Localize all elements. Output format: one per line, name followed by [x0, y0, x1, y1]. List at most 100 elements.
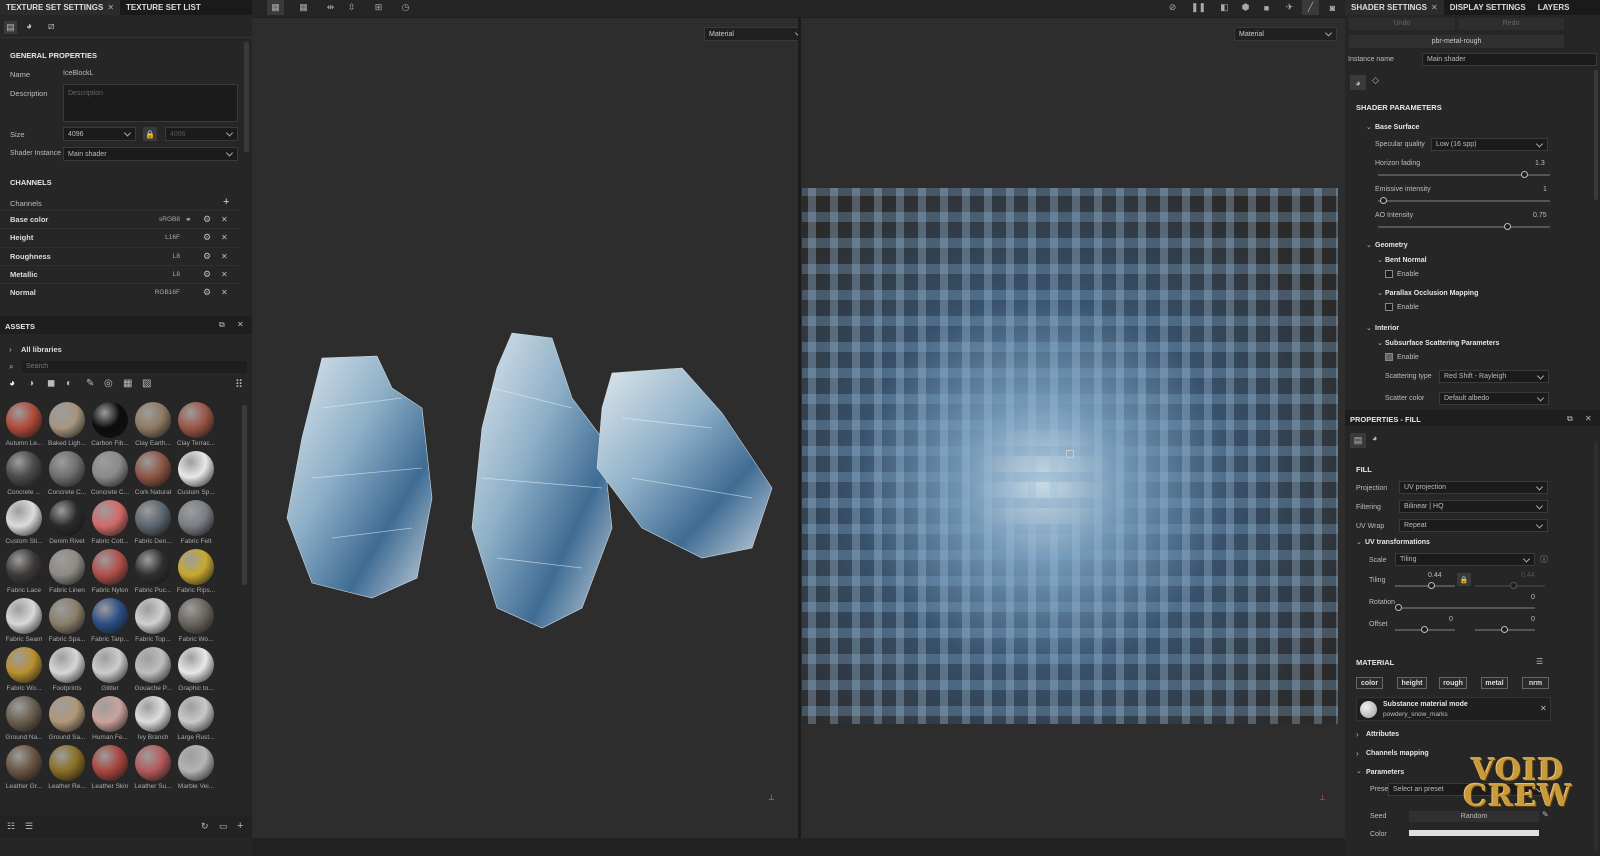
redo-button[interactable]: Redo	[1458, 18, 1564, 30]
asset-thumbnail[interactable]	[92, 745, 128, 781]
asset-thumbnail[interactable]	[92, 598, 128, 634]
filtering-select[interactable]: Bilinear | HQ	[1399, 500, 1548, 513]
horizon-fading-slider[interactable]	[1378, 171, 1550, 178]
asset-thumbnail[interactable]	[6, 500, 42, 536]
bent-normal-group[interactable]: Bent Normal	[1385, 257, 1427, 264]
asset-thumbnail[interactable]	[178, 451, 214, 487]
chip-rough[interactable]: rough	[1439, 677, 1467, 689]
gear-icon[interactable]: ⚙	[203, 251, 211, 262]
emissive-intensity-knob[interactable]	[1380, 197, 1388, 204]
gear-icon[interactable]: ⚙	[203, 287, 211, 298]
lock-icon[interactable]: 🔒	[1457, 573, 1471, 586]
environment-icon[interactable]: ▨	[142, 378, 151, 389]
asset-thumbnail[interactable]	[92, 451, 128, 487]
shader-sphere-icon[interactable]: ◕	[1350, 75, 1366, 90]
close-icon[interactable]: ✕	[221, 270, 228, 279]
pom-checkbox[interactable]	[1385, 303, 1393, 311]
asset-thumbnail[interactable]	[135, 451, 171, 487]
chevron-right-icon[interactable]: ›	[1356, 730, 1359, 739]
undo-button[interactable]: Undo	[1349, 18, 1455, 30]
filter-icon[interactable]: ◐	[66, 378, 72, 389]
channel-row[interactable]: Height L16F ⚙ ✕	[0, 228, 240, 246]
asset-thumbnail[interactable]	[178, 696, 214, 732]
chevron-down-icon[interactable]: ⌄	[1377, 256, 1383, 264]
asset-thumbnail[interactable]	[49, 696, 85, 732]
mask-icon[interactable]: ◼	[47, 378, 55, 389]
history-icon[interactable]: ◷	[397, 0, 414, 15]
size-select[interactable]: 4096	[63, 127, 136, 141]
geometry-group[interactable]: Geometry	[1375, 242, 1408, 249]
shading-icon[interactable]: ◧	[1216, 0, 1233, 15]
asset-thumbnail[interactable]	[92, 696, 128, 732]
scattering-type-select[interactable]: Red Shift - Rayleigh	[1439, 370, 1549, 383]
offset-knob[interactable]	[1421, 626, 1428, 633]
asset-thumbnail[interactable]	[6, 451, 42, 487]
viewport-2d[interactable]: Material ⊥	[801, 18, 1345, 838]
cube-icon[interactable]: ⬢	[1237, 0, 1254, 15]
channel-row[interactable]: Base color sRGB8 ⚭ ⚙ ✕	[0, 210, 240, 228]
asset-thumbnail[interactable]	[135, 549, 171, 585]
view-split-icon[interactable]: ▦	[295, 0, 312, 15]
tab-layers[interactable]: LAYERS	[1532, 0, 1576, 15]
sss-group[interactable]: Subsurface Scattering Parameters	[1385, 340, 1499, 347]
chevron-down-icon[interactable]: ⌄	[1366, 324, 1372, 332]
chip-nrm[interactable]: nrm	[1522, 677, 1549, 689]
tiling-knob[interactable]	[1428, 582, 1435, 589]
all-libraries[interactable]: All libraries	[21, 345, 62, 354]
lock-icon[interactable]: 🔒	[143, 127, 157, 141]
add-channel-icon[interactable]: +	[223, 196, 229, 208]
hide-icon[interactable]: ⊘	[1164, 0, 1181, 15]
chip-metal[interactable]: metal	[1481, 677, 1508, 689]
pause-icon[interactable]: ❚❚	[1190, 0, 1207, 15]
ao-intensity-knob[interactable]	[1504, 223, 1511, 230]
add-icon[interactable]: +	[237, 820, 243, 832]
bent-normal-checkbox[interactable]	[1385, 270, 1393, 278]
asset-thumbnail[interactable]	[49, 500, 85, 536]
undock-icon[interactable]: ⧉	[1567, 414, 1573, 424]
info-icon[interactable]: ⓘ	[1540, 554, 1548, 565]
pom-group[interactable]: Parallax Occlusion Mapping	[1385, 290, 1478, 297]
chevron-down-icon[interactable]: ⌄	[1366, 241, 1372, 249]
name-value[interactable]: IceBlockL	[63, 70, 93, 77]
asset-thumbnail[interactable]	[178, 598, 214, 634]
specular-quality-select[interactable]: Low (16 spp)	[1431, 138, 1548, 151]
asset-thumbnail[interactable]	[6, 647, 42, 683]
parameters-group[interactable]: Parameters	[1366, 769, 1404, 776]
brush-icon[interactable]: ✎	[86, 378, 94, 389]
attributes-group[interactable]: Attributes	[1366, 731, 1399, 738]
close-icon[interactable]: ✕	[221, 288, 228, 297]
settings-grid-icon[interactable]: ▤	[4, 21, 17, 34]
viewport-3d-material-select[interactable]: Material	[704, 27, 807, 41]
tab-display-settings[interactable]: DISPLAY SETTINGS	[1444, 0, 1532, 15]
ice-blocks-model[interactable]	[282, 328, 782, 638]
shader-instance-select[interactable]: Main shader	[63, 147, 238, 161]
asset-thumbnail[interactable]	[92, 549, 128, 585]
scatter-color-select[interactable]: Default albedo	[1439, 392, 1549, 405]
channels-mapping-group[interactable]: Channels mapping	[1366, 750, 1429, 757]
asset-thumbnail[interactable]	[135, 402, 171, 438]
fill-scrollbar[interactable]	[1594, 441, 1598, 851]
material-menu-icon[interactable]: ☰	[1536, 657, 1543, 666]
fill-material-icon[interactable]: ◕	[1372, 433, 1377, 443]
left-scrollbar[interactable]	[244, 42, 249, 152]
asset-thumbnail[interactable]	[92, 500, 128, 536]
asset-thumbnail[interactable]	[49, 598, 85, 634]
rotation-knob[interactable]	[1395, 604, 1402, 611]
asset-thumbnail[interactable]	[92, 647, 128, 683]
chevron-right-icon[interactable]: ›	[9, 345, 12, 354]
chevron-down-icon[interactable]: ⌄	[1377, 339, 1383, 347]
bake-icon[interactable]: ✈	[1281, 0, 1298, 15]
assets-scrollbar[interactable]	[242, 405, 247, 585]
offset-knob-2[interactable]	[1501, 626, 1508, 633]
rotation-slider[interactable]	[1395, 604, 1535, 611]
filter-list-icon[interactable]: ☷	[7, 821, 15, 832]
tab-texture-set-list[interactable]: TEXTURE SET LIST	[120, 0, 207, 15]
shader-scrollbar[interactable]	[1594, 70, 1598, 200]
asset-thumbnail[interactable]	[49, 745, 85, 781]
paint-icon[interactable]: ╱	[1302, 0, 1319, 15]
asset-thumbnail[interactable]	[92, 402, 128, 438]
asset-thumbnail[interactable]	[135, 647, 171, 683]
channel-row[interactable]: Normal RGB16F ⚙ ✕	[0, 283, 240, 301]
sss-checkbox[interactable]	[1385, 353, 1393, 361]
asset-thumbnail[interactable]	[178, 402, 214, 438]
